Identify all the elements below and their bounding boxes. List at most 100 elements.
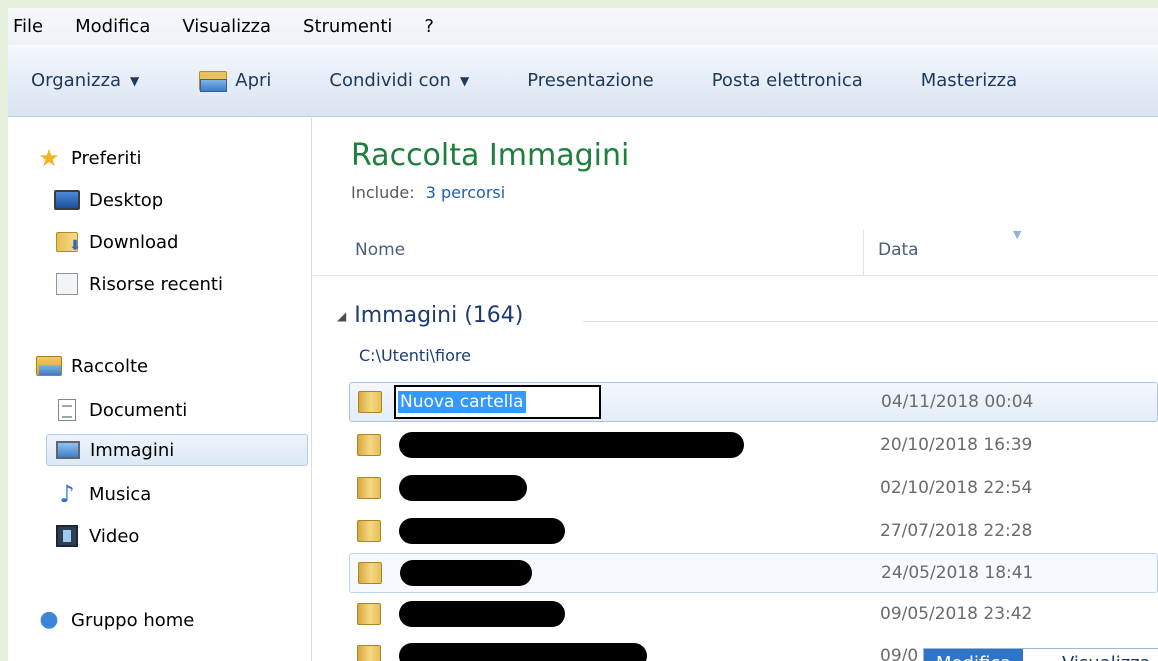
file-row[interactable]: 20/10/2018 16:39 xyxy=(349,426,1158,466)
film-icon xyxy=(54,525,80,547)
redacted-name xyxy=(399,475,527,501)
organize-button[interactable]: Organizza ▼ xyxy=(31,70,139,91)
nav-recent-label: Risorse recenti xyxy=(89,273,223,295)
redacted-name xyxy=(399,601,565,627)
file-row[interactable]: 02/10/2018 22:54 xyxy=(349,469,1158,509)
nav-music-label: Musica xyxy=(89,483,152,505)
organize-label: Organizza xyxy=(31,70,122,91)
explorer-window: File Modifica Visualizza Strumenti ? Org… xyxy=(8,8,1158,661)
include-label: Include: xyxy=(351,183,415,202)
overlay-tabs: Modifica Visualizza xyxy=(923,648,1158,661)
nav-desktop[interactable]: Desktop xyxy=(54,184,308,216)
group-header[interactable]: ◢ Immagini (164) xyxy=(337,303,523,328)
share-button[interactable]: Condividi con ▼ xyxy=(329,70,469,91)
star-icon: ★ xyxy=(38,144,60,172)
group-divider xyxy=(583,321,1158,322)
nav-homegroup-label: Gruppo home xyxy=(71,609,195,631)
nav-download-label: Download xyxy=(89,231,179,253)
collapse-triangle-icon[interactable]: ◢ xyxy=(337,309,346,323)
nav-recent[interactable]: Risorse recenti xyxy=(54,268,308,300)
column-divider[interactable] xyxy=(863,230,864,276)
nav-libraries-label: Raccolte xyxy=(71,355,149,377)
music-note-icon: ♪ xyxy=(59,480,75,508)
download-folder-icon: ⬇ xyxy=(54,231,81,254)
nav-libraries[interactable]: Raccolte xyxy=(36,350,308,382)
navigation-pane: ★ Preferiti Desktop ⬇ Download Risorse r… xyxy=(8,118,312,661)
nav-homegroup[interactable]: ● Gruppo home xyxy=(36,604,308,636)
nav-documents-label: Documenti xyxy=(89,399,188,421)
row-date: 20/10/2018 16:39 xyxy=(880,435,1033,455)
row-date: 09/05/2018 23:42 xyxy=(880,604,1033,624)
row-date: 04/11/2018 00:04 xyxy=(881,392,1034,412)
folder-icon xyxy=(357,645,381,661)
group-path: C:\Utenti\fiore xyxy=(359,346,471,365)
rename-input[interactable]: Nuova cartella xyxy=(394,385,601,419)
open-label: Apri xyxy=(235,70,272,91)
desktop-icon xyxy=(54,189,80,211)
nav-download[interactable]: ⬇ Download xyxy=(54,226,308,258)
folder-icon xyxy=(357,477,381,499)
nav-video-label: Video xyxy=(89,525,140,547)
menu-bar: File Modifica Visualizza Strumenti ? xyxy=(8,8,1158,45)
libraries-icon xyxy=(36,355,62,377)
folder-icon xyxy=(358,562,382,584)
email-label: Posta elettronica xyxy=(711,70,863,91)
nav-music[interactable]: ♪ Musica xyxy=(54,478,308,510)
folder-icon xyxy=(357,603,381,625)
nav-favorites[interactable]: ★ Preferiti xyxy=(36,142,308,174)
burn-button[interactable]: Masterizza xyxy=(921,70,1017,91)
chevron-down-icon: ▼ xyxy=(459,73,470,88)
recent-places-icon xyxy=(54,273,80,295)
row-date: 02/10/2018 22:54 xyxy=(880,478,1033,498)
redacted-name xyxy=(399,432,744,458)
column-name[interactable]: Nome xyxy=(355,240,405,260)
nav-video[interactable]: Video xyxy=(54,520,308,552)
library-title: Raccolta Immagini xyxy=(351,138,630,173)
slideshow-label: Presentazione xyxy=(527,70,654,91)
nav-documents[interactable]: Documenti xyxy=(54,394,308,426)
redacted-name xyxy=(400,560,532,586)
chevron-down-icon: ▼ xyxy=(130,73,140,88)
redacted-name xyxy=(399,643,647,661)
documents-icon xyxy=(54,399,80,421)
menu-view[interactable]: Visualizza xyxy=(182,16,271,37)
group-title: Immagini (164) xyxy=(354,303,524,328)
tab-view[interactable]: Visualizza xyxy=(1050,649,1158,661)
include-locations-link[interactable]: 3 percorsi xyxy=(426,183,505,202)
nav-pictures-label: Immagini xyxy=(90,439,175,461)
file-row[interactable]: Nuova cartella 04/11/2018 00:04 xyxy=(349,382,1158,422)
folder-open-icon xyxy=(197,68,229,94)
menu-file[interactable]: File xyxy=(13,16,43,37)
column-date[interactable]: Data xyxy=(878,240,919,260)
email-button[interactable]: Posta elettronica xyxy=(712,70,863,91)
menu-edit[interactable]: Modifica xyxy=(75,16,150,37)
burn-label: Masterizza xyxy=(920,70,1018,91)
command-bar: Organizza ▼ Apri Condividi con ▼ Present… xyxy=(8,45,1158,117)
share-label: Condividi con xyxy=(329,70,451,91)
sort-down-icon: ▼ xyxy=(1013,228,1022,241)
content-pane: Raccolta Immagini Include: 3 percorsi No… xyxy=(313,118,1158,661)
folder-icon xyxy=(357,434,381,456)
file-row[interactable]: 09/05/2018 23:42 xyxy=(349,595,1158,635)
nav-desktop-label: Desktop xyxy=(89,189,164,211)
menu-tools[interactable]: Strumenti xyxy=(303,16,392,37)
row-date: 24/05/2018 18:41 xyxy=(881,563,1034,583)
file-row[interactable]: 27/07/2018 22:28 xyxy=(349,512,1158,552)
homegroup-icon: ● xyxy=(39,607,59,632)
library-include: Include: 3 percorsi xyxy=(351,183,505,202)
file-row[interactable]: 24/05/2018 18:41 xyxy=(349,553,1158,593)
open-button[interactable]: Apri xyxy=(197,68,271,94)
menu-help[interactable]: ? xyxy=(424,16,434,37)
folder-icon xyxy=(358,391,382,413)
row-date: 27/07/2018 22:28 xyxy=(880,521,1033,541)
tab-edit[interactable]: Modifica xyxy=(924,649,1024,661)
row-date: 09/0 xyxy=(880,646,919,661)
folder-icon xyxy=(357,520,381,542)
pictures-icon xyxy=(55,439,81,461)
redacted-name xyxy=(399,518,565,544)
nav-pictures[interactable]: Immagini xyxy=(46,434,308,466)
nav-favorites-label: Preferiti xyxy=(71,147,142,169)
rename-text: Nuova cartella xyxy=(398,391,526,413)
slideshow-button[interactable]: Presentazione xyxy=(527,70,654,91)
column-header: Nome ▼ Data xyxy=(313,226,1158,276)
